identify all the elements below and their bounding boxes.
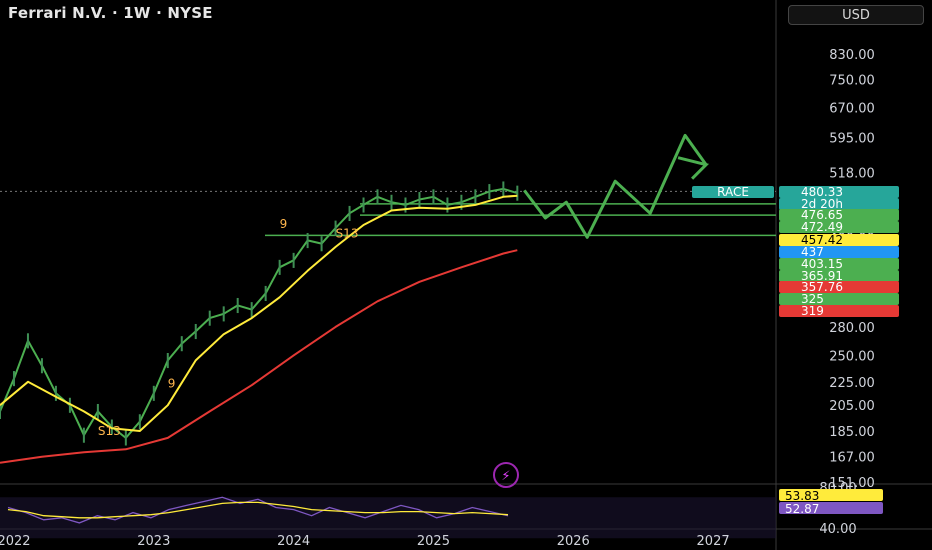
y-tick-label: 167.00 [829,451,875,466]
price-chart[interactable]: S13S1399950.00830.00750.00670.00595.0051… [0,0,932,550]
currency-button[interactable]: USD [788,5,924,25]
lightning-glyph: ⚡ [501,469,510,484]
signal-annotation: 9 [168,376,176,390]
signal-annotation: S13 [98,424,121,438]
price-tag [779,293,899,305]
price-tag [779,305,899,317]
oscillator-tick-label: 40.00 [819,522,856,537]
y-tick-label: 750.00 [829,73,875,88]
chart-title: Ferrari N.V. · 1W · NYSE [8,4,213,22]
x-tick-label: 2025 [417,534,450,549]
x-tick-label: 2024 [277,534,310,549]
y-tick-label: 518.00 [829,166,875,181]
oscillator-band [0,497,776,539]
price-tag-label: 472.49 [801,220,843,234]
x-tick-label: 2022 [0,534,31,549]
projection-path [523,133,708,239]
y-tick-label: 185.00 [829,425,875,440]
y-tick-label: 670.00 [829,102,875,117]
price-tag-label: 319 [801,304,824,318]
x-tick-label: 2023 [137,534,170,549]
price-tag-label: RACE [717,185,749,199]
y-tick-label: 250.00 [829,349,875,364]
signal-annotation: 9 [280,217,288,231]
chart-screen: S13S1399950.00830.00750.00670.00595.0051… [0,0,932,550]
y-tick-label: 225.00 [829,376,875,391]
oscillator-tag-label: 52.87 [785,502,819,516]
x-tick-label: 2027 [697,534,730,549]
y-tick-label: 280.00 [829,321,875,336]
y-tick-label: 830.00 [829,48,875,63]
moving-average-line [0,194,518,432]
y-tick-label: 595.00 [829,132,875,147]
y-tick-label: 205.00 [829,399,875,414]
x-tick-label: 2026 [557,534,590,549]
oscillator-tag-label: 53.83 [785,489,819,503]
signal-annotation: S13 [336,226,359,240]
moving-average-line [0,249,518,464]
